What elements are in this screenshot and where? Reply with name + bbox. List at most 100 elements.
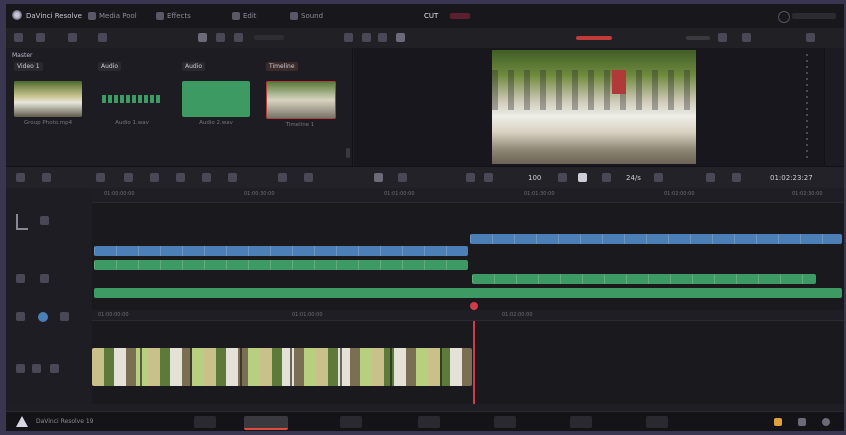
skip-forward-icon[interactable] bbox=[602, 173, 611, 182]
viewer-panel bbox=[354, 48, 844, 166]
inspector-icon[interactable] bbox=[806, 33, 815, 42]
app-logo-icon bbox=[12, 10, 22, 20]
editor-window: DaVinci Resolve Media Pool Effects Edit … bbox=[6, 4, 844, 431]
skip-back-icon[interactable] bbox=[466, 173, 475, 182]
clip-tag: Audio bbox=[182, 62, 206, 71]
video-clip[interactable] bbox=[94, 246, 468, 256]
filter-icon[interactable] bbox=[98, 33, 107, 42]
video-clip[interactable] bbox=[470, 234, 842, 244]
monitor-icon[interactable] bbox=[16, 364, 25, 373]
track-enable-toggle[interactable] bbox=[38, 312, 48, 322]
project-manager-icon[interactable] bbox=[774, 418, 782, 426]
track-header-column bbox=[6, 188, 93, 404]
cut-tool-icon[interactable] bbox=[374, 173, 383, 182]
media-clip[interactable]: Audio Audio 1.wav bbox=[98, 62, 166, 126]
audio-meter-icon[interactable] bbox=[718, 33, 727, 42]
track-split-icon[interactable] bbox=[16, 214, 28, 230]
media-clip[interactable]: Audio Audio 2.wav bbox=[182, 62, 250, 126]
audio-clip[interactable] bbox=[94, 260, 468, 270]
grid-view-icon[interactable] bbox=[198, 33, 207, 42]
play-icon[interactable] bbox=[578, 173, 587, 182]
lower-ruler[interactable]: 01:00:00:00 01:01:00:00 01:02:00:00 bbox=[92, 310, 844, 321]
overlay-icon[interactable] bbox=[378, 33, 387, 42]
page-color-button[interactable] bbox=[494, 416, 516, 428]
clip-caption: Audio 1.wav bbox=[115, 120, 149, 126]
smart-insert-icon[interactable] bbox=[96, 173, 105, 182]
camera-icon[interactable] bbox=[16, 312, 25, 321]
timeline-panel[interactable]: 01:00:00:00 01:00:30:00 01:01:00:00 01:0… bbox=[92, 188, 844, 404]
loop-icon[interactable] bbox=[654, 173, 663, 182]
link-icon[interactable] bbox=[32, 364, 41, 373]
fps-readout: 24/s bbox=[626, 174, 641, 182]
cut-page-badge[interactable]: CUT bbox=[424, 12, 438, 20]
media-pool-panel: Master Video 1 Group Photo.mp4 Audio Aud… bbox=[6, 48, 353, 166]
clip-caption: Audio 2.wav bbox=[199, 120, 233, 126]
audio-clip[interactable] bbox=[472, 274, 816, 284]
timecode-display: 01:02:23:27 bbox=[770, 174, 813, 182]
media-pool-label: Master bbox=[12, 52, 33, 59]
trim-tool-icon[interactable] bbox=[398, 173, 407, 182]
search-field[interactable] bbox=[254, 35, 284, 40]
menu-sound[interactable]: Sound bbox=[290, 10, 323, 22]
clip-tag: Video 1 bbox=[14, 62, 43, 71]
stop-icon[interactable] bbox=[558, 173, 567, 182]
preview-red-shirt bbox=[612, 70, 626, 94]
audio-track-lock-icon[interactable] bbox=[40, 274, 49, 283]
safe-area-icon[interactable] bbox=[362, 33, 371, 42]
timeline-ruler[interactable]: 01:00:00:00 01:00:30:00 01:01:00:00 01:0… bbox=[92, 188, 844, 203]
mute-icon[interactable] bbox=[732, 173, 741, 182]
import-icon[interactable] bbox=[14, 33, 23, 42]
page-deliver-button[interactable] bbox=[646, 416, 668, 428]
clip-tag: Audio bbox=[98, 62, 122, 71]
media-pool-icon bbox=[88, 12, 96, 20]
media-clip[interactable]: Video 1 Group Photo.mp4 bbox=[14, 62, 82, 126]
settings-icon[interactable] bbox=[778, 11, 790, 23]
list-view-icon[interactable] bbox=[36, 33, 45, 42]
transition-icon[interactable] bbox=[304, 173, 313, 182]
workspace-switcher[interactable] bbox=[792, 13, 836, 19]
page-media-button[interactable] bbox=[194, 416, 216, 428]
volume-icon[interactable] bbox=[706, 173, 715, 182]
audio-icon[interactable] bbox=[278, 173, 287, 182]
audio-clip[interactable] bbox=[94, 288, 842, 298]
page-fusion-button[interactable] bbox=[418, 416, 440, 428]
ripple-icon[interactable] bbox=[150, 173, 159, 182]
effects-icon bbox=[156, 12, 164, 20]
viewer-mode-icon[interactable] bbox=[344, 33, 353, 42]
waveform-icon bbox=[102, 95, 162, 103]
page-fairlight-button[interactable] bbox=[570, 416, 592, 428]
place-on-top-icon[interactable] bbox=[202, 173, 211, 182]
video-preview-frame bbox=[492, 50, 696, 164]
clip-thumbnail bbox=[266, 81, 336, 119]
media-clip[interactable]: Timeline Timeline 1 bbox=[266, 62, 336, 128]
clip-thumbnail bbox=[182, 81, 250, 117]
scrollbar[interactable] bbox=[346, 148, 350, 158]
project-settings-icon[interactable] bbox=[822, 418, 830, 426]
search-icon[interactable] bbox=[234, 33, 243, 42]
status-text: DaVinci Resolve 19 bbox=[36, 418, 94, 425]
play-reverse-icon[interactable] bbox=[484, 173, 493, 182]
clip-thumbnail bbox=[98, 81, 166, 117]
source-overwrite-icon[interactable] bbox=[228, 173, 237, 182]
audio-track-icon[interactable] bbox=[16, 274, 25, 283]
sort-icon[interactable] bbox=[68, 33, 77, 42]
zoom-value: 100 bbox=[528, 174, 542, 182]
tools-icon[interactable] bbox=[16, 173, 25, 182]
snap-icon[interactable] bbox=[42, 173, 51, 182]
fullscreen-icon[interactable] bbox=[742, 33, 751, 42]
track-options-icon[interactable] bbox=[60, 312, 69, 321]
menu-media-pool[interactable]: Media Pool bbox=[88, 10, 137, 22]
home-icon[interactable] bbox=[798, 418, 806, 426]
menu-effects[interactable]: Effects bbox=[156, 10, 191, 22]
page-edit-button[interactable] bbox=[340, 416, 362, 428]
clip-icon[interactable] bbox=[50, 364, 59, 373]
page-cut-button[interactable] bbox=[244, 416, 288, 430]
timeline-name-tab[interactable] bbox=[576, 36, 612, 40]
dual-view-icon[interactable] bbox=[396, 33, 405, 42]
menu-edit[interactable]: Edit bbox=[232, 10, 257, 22]
viewer-options[interactable] bbox=[686, 36, 710, 40]
close-up-icon[interactable] bbox=[176, 173, 185, 182]
track-lock-icon[interactable] bbox=[40, 216, 49, 225]
thumb-view-icon[interactable] bbox=[216, 33, 225, 42]
append-icon[interactable] bbox=[124, 173, 133, 182]
